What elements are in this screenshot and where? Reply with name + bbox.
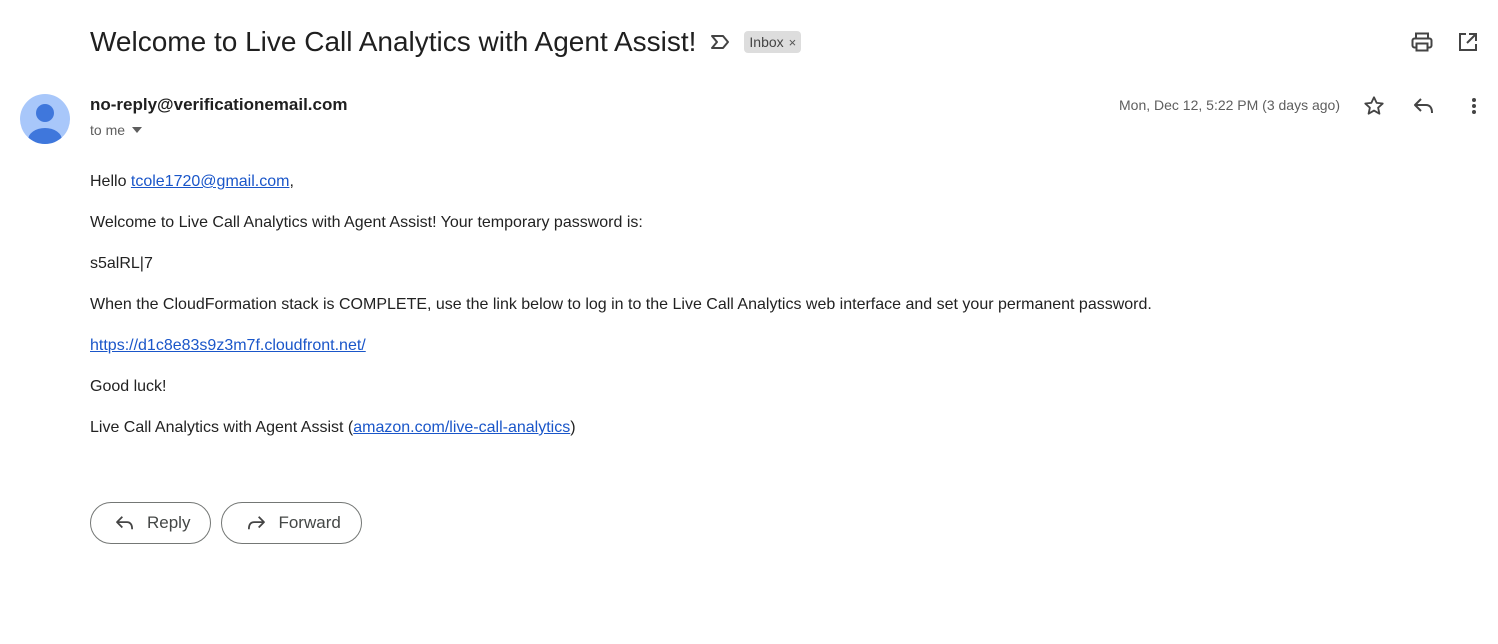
greeting-suffix: ,: [289, 173, 294, 190]
forward-icon: [246, 515, 266, 531]
recipient-text: to me: [90, 122, 126, 138]
welcome-line: Welcome to Live Call Analytics with Agen…: [90, 214, 643, 231]
sender-email: no-reply@verificationemail.com: [90, 95, 348, 114]
remove-label-button[interactable]: ×: [789, 35, 797, 50]
label-chip-text: Inbox: [749, 34, 784, 50]
important-marker-icon[interactable]: [710, 31, 732, 53]
bottom-actions: Reply Forward: [90, 502, 372, 544]
closing-line: Good luck!: [90, 378, 167, 395]
reply-button[interactable]: Reply: [90, 502, 212, 544]
forward-button-label: Forward: [278, 513, 341, 532]
caret-down-icon[interactable]: [132, 127, 143, 133]
email-date: Mon, Dec 12, 5:22 PM (3 days ago): [1119, 97, 1340, 113]
greeting-email-link[interactable]: tcole1720@gmail.com: [131, 173, 290, 190]
top-actions: [1396, 28, 1488, 56]
reply-icon[interactable]: [1402, 92, 1446, 120]
reply-button-label: Reply: [147, 513, 191, 532]
label-chip-inbox: Inbox ×: [744, 31, 802, 53]
greeting-prefix: Hello: [90, 173, 131, 190]
signature-suffix: ): [570, 419, 576, 436]
person-avatar-icon: [28, 104, 62, 144]
temporary-password: s5alRL|7: [90, 255, 153, 272]
login-link-line: https://d1c8e83s9z3m7f.cloudfront.net/: [90, 336, 1390, 355]
recipient-row: to me: [90, 122, 143, 138]
signature-line: Live Call Analytics with Agent Assist (a…: [90, 418, 1390, 437]
login-link[interactable]: https://d1c8e83s9z3m7f.cloudfront.net/: [90, 337, 366, 354]
email-body: Hello tcole1720@gmail.com, Welcome to Li…: [90, 172, 1390, 459]
print-icon[interactable]: [1402, 28, 1442, 56]
sender-avatar[interactable]: [20, 94, 70, 144]
reply-icon: [115, 515, 135, 531]
email-subject: Welcome to Live Call Analytics with Agen…: [90, 26, 697, 57]
email-view: Welcome to Live Call Analytics with Agen…: [0, 0, 1498, 644]
signature-link[interactable]: amazon.com/live-call-analytics: [353, 419, 570, 436]
signature-prefix: Live Call Analytics with Agent Assist (: [90, 419, 354, 436]
more-vertical-icon[interactable]: [1452, 92, 1496, 120]
message-actions: [1346, 92, 1496, 120]
forward-button[interactable]: Forward: [221, 502, 362, 544]
subject-row: Welcome to Live Call Analytics with Agen…: [90, 22, 802, 62]
greeting-line: Hello tcole1720@gmail.com,: [90, 172, 1390, 191]
open-in-new-window-icon[interactable]: [1448, 28, 1488, 56]
star-icon[interactable]: [1352, 92, 1396, 120]
instructions-line: When the CloudFormation stack is COMPLET…: [90, 296, 1152, 313]
